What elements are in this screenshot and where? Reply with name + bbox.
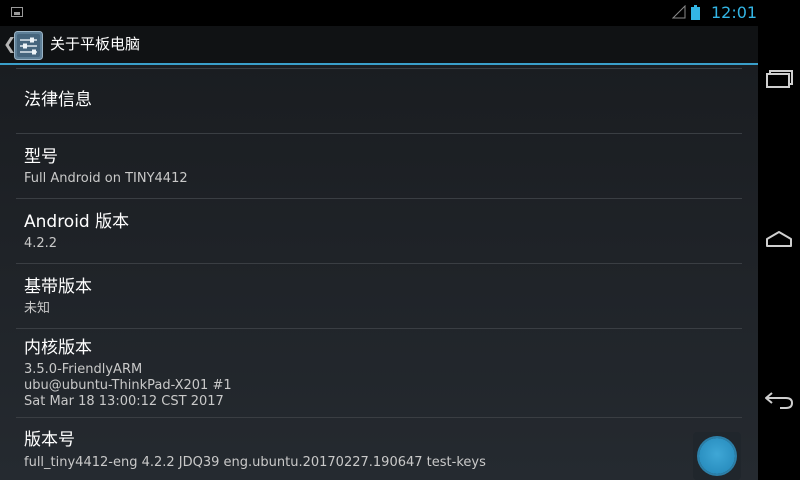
signal-icon (672, 5, 686, 19)
pref-summary: 未知 (24, 301, 51, 316)
back-icon[interactable] (758, 376, 800, 420)
pref-title: 基带版本 (24, 277, 92, 297)
assistive-touch-icon (699, 438, 735, 474)
pref-title: 版本号 (24, 430, 75, 450)
status-bar: 12:01 (0, 0, 758, 26)
pref-summary: full_tiny4412-eng 4.2.2 JDQ39 eng.ubuntu… (24, 455, 486, 470)
floating-assist-button[interactable] (693, 432, 741, 480)
pref-summary: Sat Mar 18 13:00:12 CST 2017 (24, 394, 224, 409)
pref-android-version[interactable]: Android 版本 4.2.2 (16, 199, 742, 264)
pref-summary: ubu@ubuntu-ThinkPad-X201 #1 (24, 378, 232, 393)
pref-baseband-version: 基带版本 未知 (16, 264, 742, 329)
navigation-bar (758, 0, 800, 480)
pref-model: 型号 Full Android on TINY4412 (16, 134, 742, 199)
page-title: 关于平板电脑 (50, 35, 141, 53)
pref-title: Android 版本 (24, 212, 130, 232)
pref-summary: Full Android on TINY4412 (24, 171, 188, 186)
notification-image-icon (11, 7, 23, 17)
pref-legal-info[interactable]: 法律信息 (16, 69, 742, 134)
home-icon[interactable] (758, 218, 800, 262)
recent-apps-icon[interactable] (758, 58, 800, 102)
status-clock: 12:01 (711, 3, 758, 22)
pref-build-number[interactable]: 版本号 full_tiny4412-eng 4.2.2 JDQ39 eng.ub… (16, 418, 742, 480)
pref-summary: 3.5.0-FriendlyARM (24, 362, 143, 377)
settings-sliders-icon (14, 31, 43, 60)
pref-title: 型号 (24, 147, 58, 167)
pref-kernel-version: 内核版本 3.5.0-FriendlyARM ubu@ubuntu-ThinkP… (16, 329, 742, 418)
preference-list[interactable]: 法律信息 型号 Full Android on TINY4412 Android… (0, 65, 758, 480)
battery-icon (691, 5, 700, 20)
pref-title: 内核版本 (24, 338, 92, 358)
pref-title: 法律信息 (24, 90, 92, 110)
screen: 12:01 ❮ 关于平板电脑 法律信息 型号 Full Android on T… (0, 0, 800, 480)
pref-summary: 4.2.2 (24, 236, 58, 251)
